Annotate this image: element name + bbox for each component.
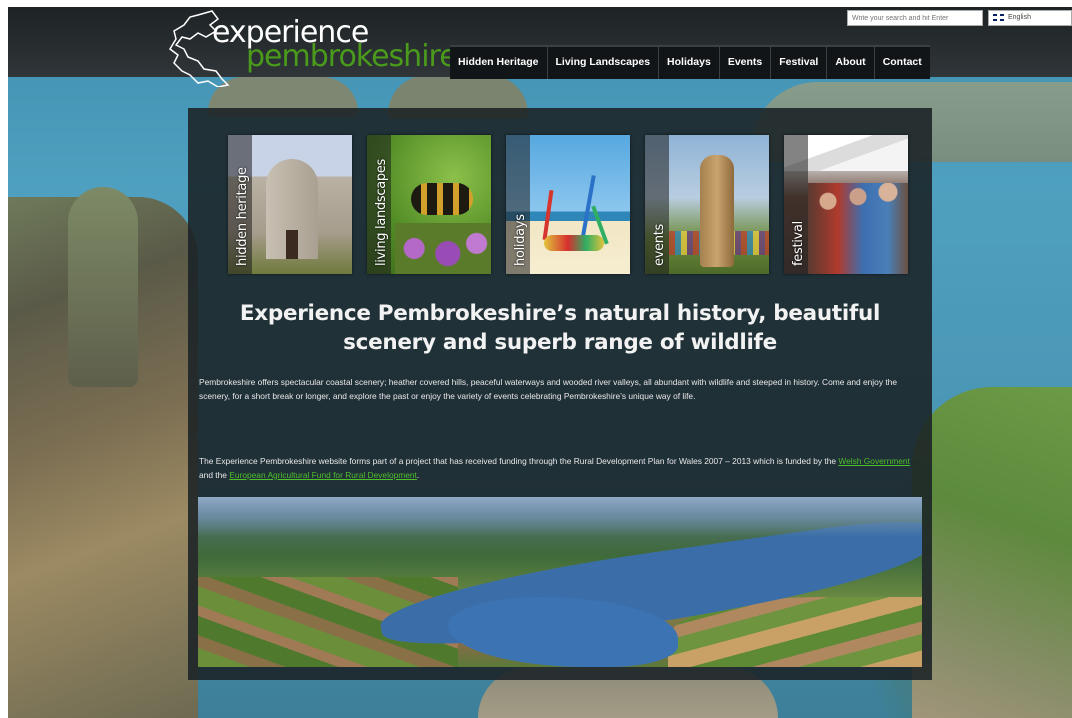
- tile-hidden-heritage[interactable]: hidden heritage: [228, 135, 352, 274]
- statue-image: [700, 155, 734, 267]
- nav-item-living-landscapes[interactable]: Living Landscapes: [548, 47, 660, 79]
- page-background: experience pembrokeshire English Hidden …: [8, 7, 1072, 718]
- spade-image: [542, 189, 554, 241]
- site-header: experience pembrokeshire English Hidden …: [8, 7, 1072, 87]
- flowers-image: [395, 223, 491, 274]
- language-selected-label: English: [1008, 14, 1031, 21]
- tile-label: living landscapes: [374, 158, 389, 266]
- tile-festival[interactable]: festival: [784, 135, 908, 274]
- nav-item-hidden-heritage[interactable]: Hidden Heritage: [450, 47, 548, 79]
- nav-item-events[interactable]: Events: [720, 47, 772, 79]
- nav-item-about[interactable]: About: [827, 47, 875, 79]
- tile-living-landscapes[interactable]: living landscapes: [367, 135, 491, 274]
- beach-toys-image: [544, 235, 604, 251]
- category-tiles: hidden heritage living landscapes holida…: [228, 135, 908, 274]
- funding-text: .: [416, 470, 420, 480]
- content-panel: hidden heritage living landscapes holida…: [188, 108, 932, 680]
- nav-item-contact[interactable]: Contact: [875, 47, 930, 79]
- funding-text: and the: [199, 470, 230, 480]
- background-cliff-right: [912, 387, 1072, 718]
- page-headline: Experience Pembrokeshire’s natural histo…: [239, 301, 881, 355]
- bee-image: [411, 183, 473, 215]
- tower-door: [286, 230, 298, 259]
- uk-flag-icon: [993, 13, 1004, 21]
- nav-item-festival[interactable]: Festival: [771, 47, 828, 79]
- funding-paragraph: The Experience Pembrokeshire website for…: [199, 454, 923, 482]
- logo-text-pembrokeshire: pembrokeshire: [246, 39, 458, 74]
- sky-haze: [198, 497, 922, 537]
- tile-holidays[interactable]: holidays: [506, 135, 630, 274]
- festival-people-image: [808, 183, 908, 274]
- welsh-government-link[interactable]: Welsh Government: [838, 456, 910, 466]
- tile-label: holidays: [513, 214, 528, 266]
- search-input[interactable]: [847, 10, 983, 26]
- tile-events[interactable]: events: [645, 135, 769, 274]
- tile-label: festival: [791, 221, 806, 266]
- intro-paragraph: Pembrokeshire offers spectacular coastal…: [199, 377, 897, 401]
- site-logo[interactable]: experience pembrokeshire: [168, 9, 458, 87]
- nav-item-holidays[interactable]: Holidays: [659, 47, 720, 79]
- tile-label: hidden heritage: [235, 167, 250, 266]
- language-select[interactable]: English: [988, 10, 1072, 26]
- funding-text: The Experience Pembrokeshire website for…: [199, 456, 839, 466]
- aerial-landscape-image: [198, 497, 922, 667]
- eafrd-link[interactable]: European Agricultural Fund for Rural Dev…: [229, 470, 417, 480]
- main-nav: Hidden Heritage Living Landscapes Holida…: [450, 45, 930, 79]
- tile-label: events: [652, 224, 667, 266]
- background-cliff-left: [8, 187, 198, 718]
